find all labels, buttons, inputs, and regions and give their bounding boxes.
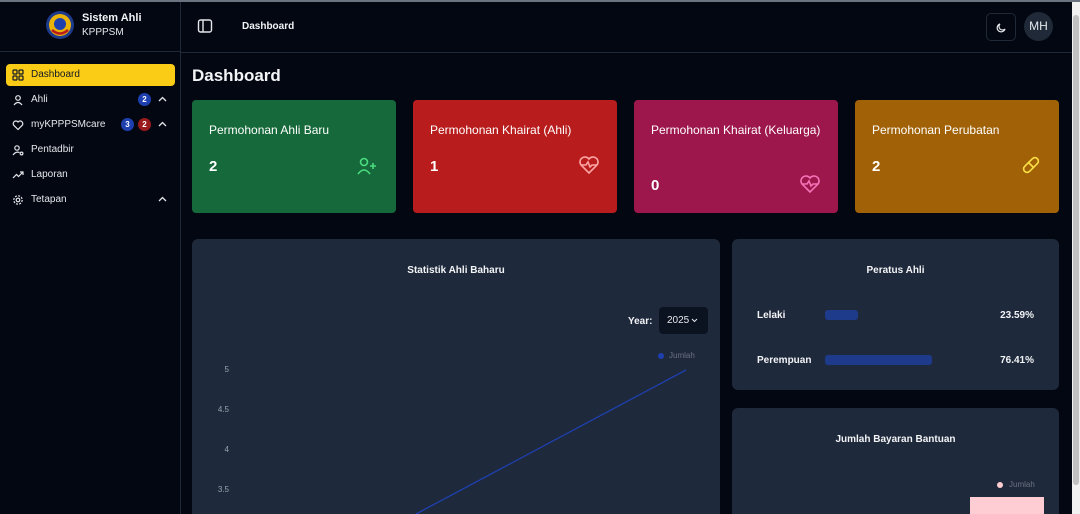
- card-value: 1: [430, 158, 439, 175]
- sidebar-item-laporan[interactable]: Laporan: [6, 164, 175, 186]
- sidebar-item-label: Dashboard: [31, 69, 80, 80]
- sidebar-toggle-icon[interactable]: [197, 18, 213, 34]
- series-line-jumlah: [415, 369, 687, 514]
- scrollbar-thumb[interactable]: [1073, 15, 1079, 485]
- grid-icon: [12, 69, 24, 81]
- gender-label-perempuan: Perempuan: [757, 355, 812, 366]
- chevron-up-icon[interactable]: [157, 119, 168, 130]
- sidebar-item-label: Tetapan: [31, 194, 67, 205]
- sidebar-item-ahli[interactable]: Ahli 2: [6, 89, 175, 111]
- sidebar-item-label: myKPPPSMcare: [31, 119, 106, 130]
- trending-up-icon: [12, 171, 24, 179]
- theme-toggle-button[interactable]: [986, 13, 1016, 41]
- statistik-panel: Statistik Ahli Baharu Year: 2025 Jumlah …: [192, 239, 720, 514]
- card-value: 2: [209, 158, 218, 175]
- sidebar-item-pentadbir[interactable]: Pentadbir: [6, 139, 175, 161]
- heart-pulse-icon: [579, 156, 599, 175]
- sidebar: Sistem Ahli KPPPSM Dashboard Ahli 2 myKP…: [0, 2, 181, 514]
- avatar[interactable]: MH: [1024, 12, 1053, 41]
- user-cog-icon: [12, 145, 24, 156]
- panel-title: Peratus Ahli: [866, 265, 925, 276]
- card-permohonan-khairat-ahli[interactable]: Permohonan Khairat (Ahli) 1: [413, 100, 617, 213]
- bar-mark: [970, 497, 1044, 514]
- card-value: 2: [872, 158, 881, 175]
- count-badge: 2: [138, 118, 151, 131]
- topbar: Dashboard MH: [181, 2, 1072, 53]
- sidebar-item-label: Pentadbir: [31, 144, 74, 155]
- gender-bar-lelaki: [825, 310, 859, 320]
- card-permohonan-khairat-keluarga[interactable]: Permohonan Khairat (Keluarga) 0: [634, 100, 838, 213]
- count-badge: 2: [138, 93, 151, 106]
- peratus-ahli-panel: Peratus Ahli Lelaki 23.59% Perempuan 76.…: [732, 239, 1059, 390]
- panel-title: Jumlah Bayaran Bantuan: [835, 434, 956, 445]
- card-title: Permohonan Khairat (Keluarga): [651, 123, 821, 137]
- sidebar-item-mykpppsmcare[interactable]: myKPPPSMcare 3 2: [6, 114, 175, 136]
- chevron-up-icon[interactable]: [157, 94, 168, 105]
- card-title: Permohonan Khairat (Ahli): [430, 123, 572, 137]
- count-badge: 3: [121, 118, 134, 131]
- gender-percent-lelaki: 23.59%: [1000, 310, 1034, 321]
- moon-icon: [996, 23, 1006, 33]
- gender-label-lelaki: Lelaki: [757, 310, 786, 321]
- pill-icon: [1022, 156, 1040, 174]
- heart-pulse-icon: [800, 175, 820, 194]
- sidebar-item-dashboard[interactable]: Dashboard: [6, 64, 175, 86]
- brand-title: Sistem Ahli: [82, 12, 142, 24]
- brand-subtitle: KPPPSM: [82, 27, 124, 38]
- gender-percent-perempuan: 76.41%: [1000, 355, 1034, 366]
- sidebar-item-label: Ahli: [31, 94, 48, 105]
- legend-label: Jumlah: [1009, 480, 1035, 489]
- breadcrumb: Dashboard: [242, 21, 295, 32]
- settings-icon: [13, 195, 23, 205]
- card-permohonan-ahli-baru[interactable]: Permohonan Ahli Baru 2: [192, 100, 396, 213]
- card-value: 0: [651, 177, 660, 194]
- kpppsm-logo: [46, 11, 74, 39]
- user-icon: [13, 95, 23, 106]
- brand[interactable]: Sistem Ahli KPPPSM: [0, 2, 181, 52]
- page-title: Dashboard: [192, 66, 281, 85]
- legend-swatch: [997, 482, 1003, 488]
- line-chart: [415, 369, 687, 514]
- sidebar-item-label: Laporan: [31, 169, 68, 180]
- chevron-up-icon[interactable]: [157, 194, 168, 205]
- card-title: Permohonan Ahli Baru: [209, 123, 330, 137]
- heart-icon: [12, 120, 24, 131]
- user-plus-icon: [357, 157, 376, 175]
- sidebar-item-tetapan[interactable]: Tetapan: [6, 189, 175, 211]
- card-permohonan-perubatan[interactable]: Permohonan Perubatan 2: [855, 100, 1059, 213]
- card-title: Permohonan Perubatan: [872, 123, 1000, 137]
- gender-bar-perempuan: [825, 355, 932, 365]
- jumlah-bayaran-panel: Jumlah Bayaran Bantuan Jumlah: [732, 408, 1059, 514]
